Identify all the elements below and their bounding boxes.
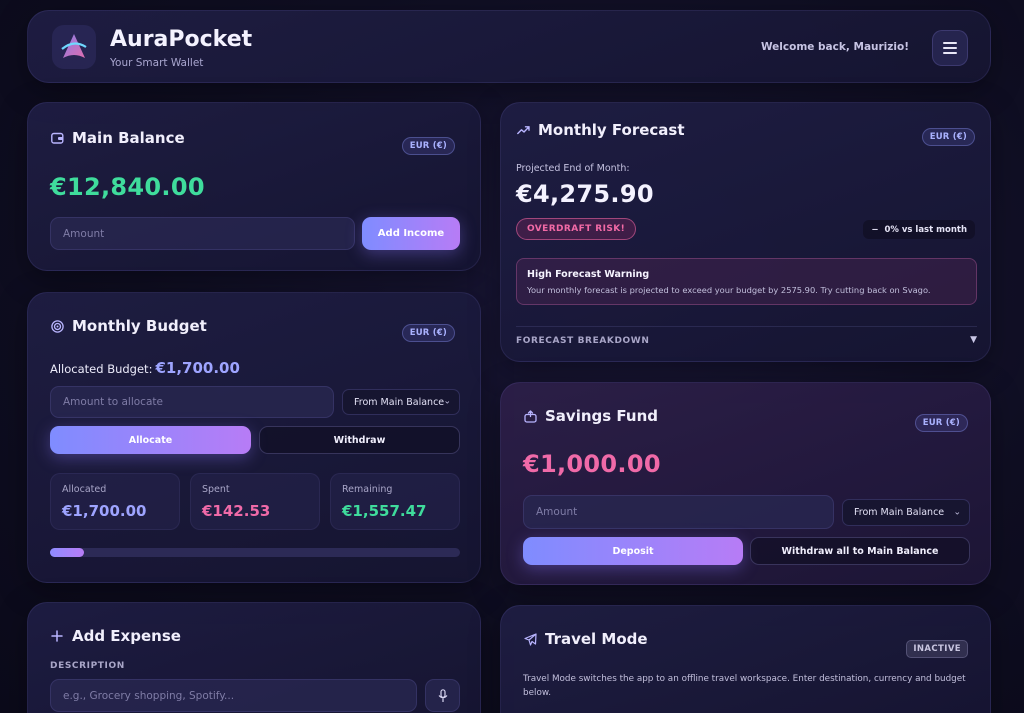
trend-flat-icon: − xyxy=(871,224,879,235)
withdraw-button[interactable]: Withdraw xyxy=(259,426,460,454)
trend-indicator: − 0% vs last month xyxy=(863,220,975,239)
stat-value: €1,700.00 xyxy=(62,502,147,520)
allocated-budget-label: Allocated Budget: xyxy=(50,362,153,376)
add-income-button[interactable]: Add Income xyxy=(362,217,460,250)
stat-spent: Spent €142.53 xyxy=(190,473,320,530)
travel-mode-label: Travel Mode xyxy=(545,630,648,648)
chevron-down-icon: ⌄ xyxy=(953,507,961,517)
budget-progress-fill xyxy=(50,548,85,557)
breakdown-label: FORECAST BREAKDOWN xyxy=(516,336,650,346)
stat-remaining: Remaining €1,557.47 xyxy=(330,473,460,530)
overdraft-risk-badge: OVERDRAFT RISK! xyxy=(516,218,637,240)
monthly-budget-card: Monthly Budget EUR (€) Allocated Budget:… xyxy=(27,292,481,583)
microphone-icon xyxy=(438,688,447,702)
savings-fund-card: Savings Fund EUR (€) €1,000.00 Amount Fr… xyxy=(500,382,991,585)
stat-label: Allocated xyxy=(62,484,107,495)
travel-mode-card: Travel Mode INACTIVE Travel Mode switche… xyxy=(500,605,991,713)
income-amount-input[interactable]: Amount xyxy=(50,217,355,250)
airplane-icon xyxy=(523,632,537,646)
savings-source-value: From Main Balance xyxy=(854,507,945,518)
budget-source-value: From Main Balance xyxy=(354,396,445,408)
add-expense-card: Add Expense DESCRIPTION e.g., Grocery sh… xyxy=(27,602,481,713)
trend-label: 0% vs last month xyxy=(884,224,967,235)
currency-badge: EUR (€) xyxy=(921,128,975,146)
savings-amount: €1,000.00 xyxy=(523,450,661,478)
add-expense-label: Add Expense xyxy=(72,627,181,645)
monthly-budget-label: Monthly Budget xyxy=(72,317,207,335)
stat-allocated: Allocated €1,700.00 xyxy=(50,473,180,530)
savings-source-select[interactable]: From Main Balance ⌄ xyxy=(842,499,970,526)
allocate-button[interactable]: Allocate xyxy=(50,426,251,454)
allocated-budget-row: Allocated Budget: €1,700.00 xyxy=(50,359,240,377)
app-tagline: Your Smart Wallet xyxy=(110,57,204,69)
wallet-icon xyxy=(50,131,64,145)
main-balance-amount: €12,840.00 xyxy=(50,173,205,201)
app-name: AuraPocket xyxy=(110,27,253,52)
withdraw-all-button[interactable]: Withdraw all to Main Balance xyxy=(750,537,970,565)
monthly-forecast-label: Monthly Forecast xyxy=(538,121,685,139)
piggy-bank-icon xyxy=(523,409,537,423)
expense-description-input[interactable]: e.g., Grocery shopping, Spotify... xyxy=(50,679,417,712)
monthly-forecast-card: Monthly Forecast EUR (€) Projected End o… xyxy=(500,102,991,362)
currency-badge: EUR (€) xyxy=(401,137,455,155)
menu-button[interactable] xyxy=(932,30,968,66)
main-balance-card: Main Balance EUR (€) €12,840.00 Amount A… xyxy=(27,102,481,271)
allocate-amount-input[interactable]: Amount to allocate xyxy=(50,386,334,418)
warning-title: High Forecast Warning xyxy=(527,269,650,280)
savings-amount-input[interactable]: Amount xyxy=(523,495,834,529)
monthly-forecast-title: Monthly Forecast xyxy=(516,121,685,139)
projected-label: Projected End of Month: xyxy=(516,163,630,174)
stat-value: €142.53 xyxy=(202,502,271,520)
voice-input-button[interactable] xyxy=(425,679,460,712)
trending-up-icon xyxy=(516,123,530,137)
expand-arrow-icon: ▼ xyxy=(970,335,977,345)
budget-source-select[interactable]: From Main Balance ⌄ xyxy=(342,389,460,415)
allocated-budget-value: €1,700.00 xyxy=(155,359,240,377)
app-logo-icon xyxy=(52,25,96,69)
add-expense-title: Add Expense xyxy=(50,627,181,645)
warning-text: Your monthly forecast is projected to ex… xyxy=(527,285,931,295)
budget-progress-track xyxy=(50,548,460,557)
stat-label: Spent xyxy=(202,484,230,495)
target-icon xyxy=(50,319,64,333)
chevron-down-icon: ⌄ xyxy=(443,396,451,407)
stat-value: €1,557.47 xyxy=(342,502,427,520)
app-header: AuraPocket Your Smart Wallet Welcome bac… xyxy=(27,10,991,83)
plus-icon xyxy=(50,629,64,643)
welcome-message: Welcome back, Maurizio! xyxy=(760,41,909,53)
main-balance-title: Main Balance xyxy=(50,129,185,147)
travel-mode-description: Travel Mode switches the app to an offli… xyxy=(523,674,966,698)
breakdown-divider xyxy=(516,326,977,327)
hamburger-menu-icon xyxy=(943,42,957,54)
travel-status-badge: INACTIVE xyxy=(906,640,968,658)
main-balance-label: Main Balance xyxy=(72,129,185,147)
currency-badge: EUR (€) xyxy=(914,414,968,432)
stat-label: Remaining xyxy=(342,484,393,495)
currency-badge: EUR (€) xyxy=(401,324,455,342)
savings-fund-title: Savings Fund xyxy=(523,407,658,425)
forecast-breakdown-toggle[interactable]: FORECAST BREAKDOWN ▼ xyxy=(516,333,977,351)
projected-amount: €4,275.90 xyxy=(516,180,654,208)
forecast-warning-box: High Forecast Warning Your monthly forec… xyxy=(516,258,977,305)
savings-fund-label: Savings Fund xyxy=(545,407,659,425)
monthly-budget-title: Monthly Budget xyxy=(50,317,207,335)
travel-mode-title: Travel Mode xyxy=(523,630,648,648)
deposit-button[interactable]: Deposit xyxy=(523,537,743,565)
description-label: DESCRIPTION xyxy=(50,661,125,671)
